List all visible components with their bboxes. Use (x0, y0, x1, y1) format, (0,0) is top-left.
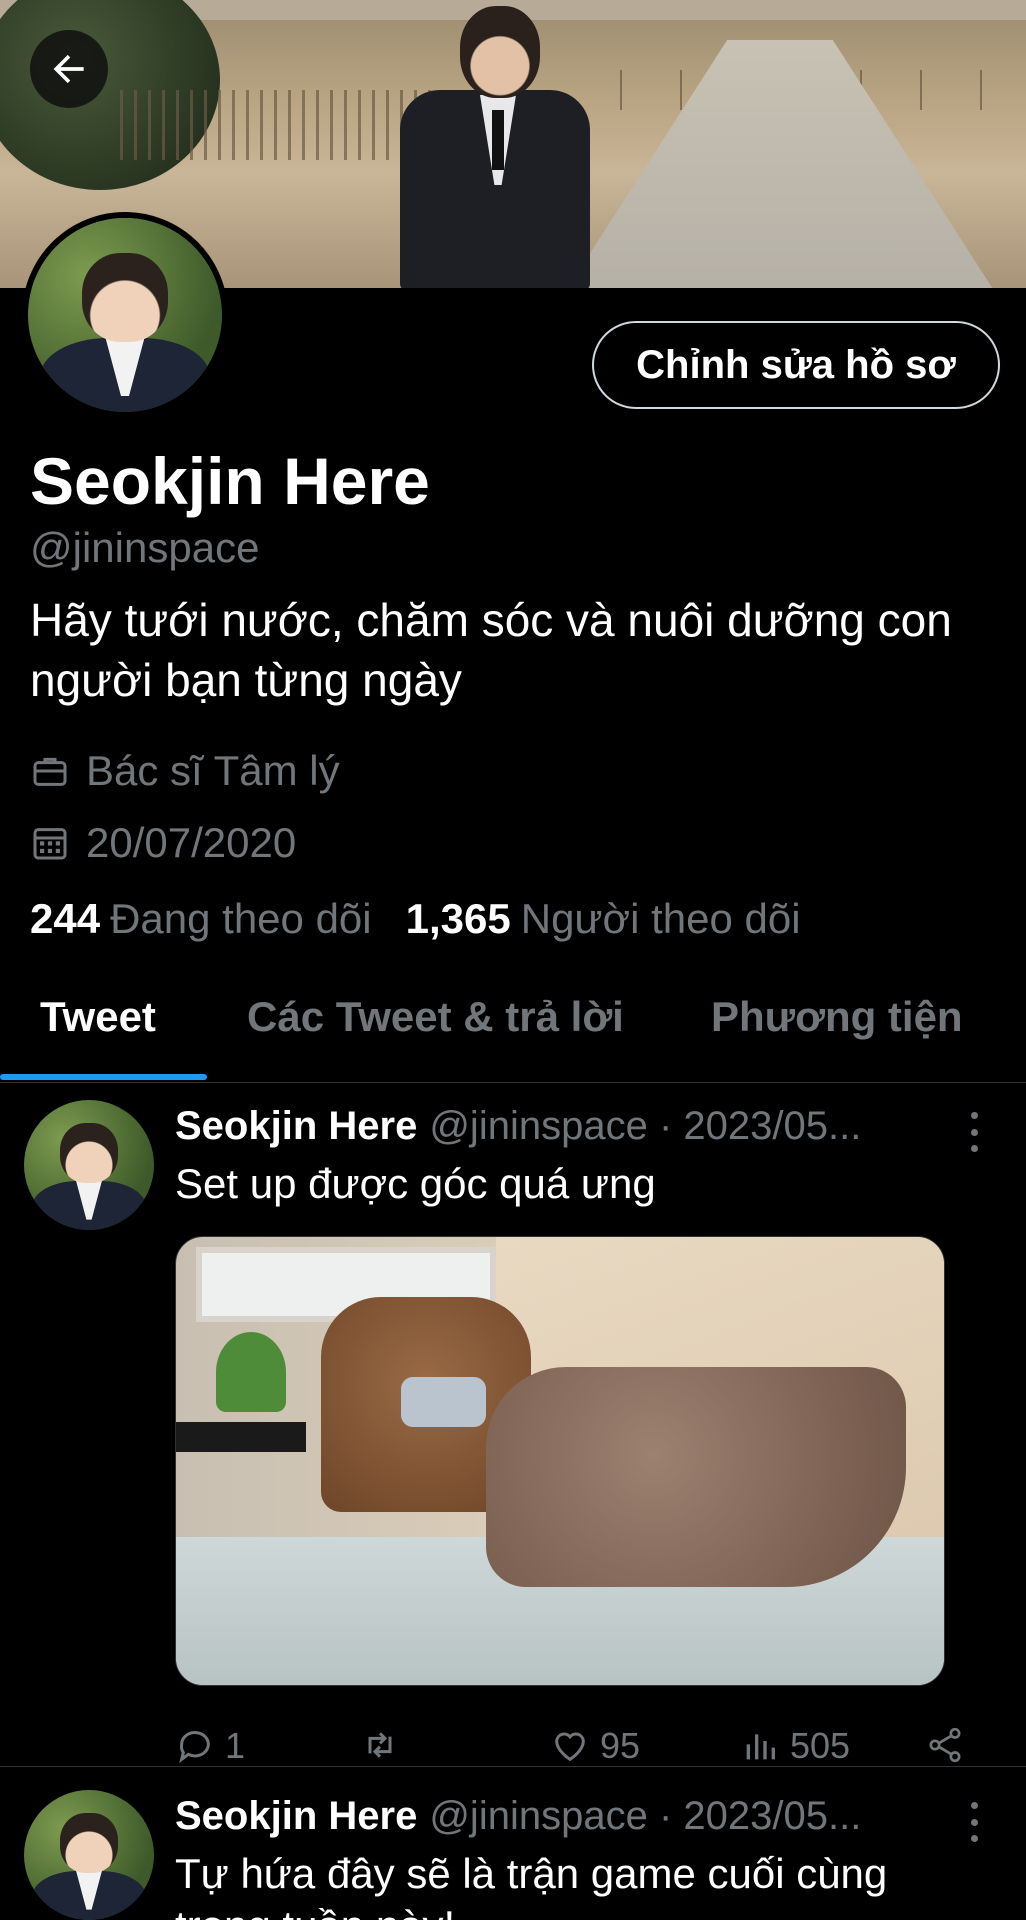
views-button[interactable]: 505 (740, 1725, 850, 1767)
share-button[interactable] (925, 1725, 975, 1765)
profile-display-name: Seokjin Here (30, 444, 430, 518)
profile-joined: 20/07/2020 (30, 815, 296, 871)
tweet-text: Set up được góc quá ưng (175, 1160, 656, 1207)
tweet-divider (0, 1766, 1026, 1767)
reply-count: 1 (225, 1725, 246, 1766)
follow-stats: 244 Đang theo dõi 1,365 Người theo dõi (30, 895, 801, 943)
tweet-text: Tự hứa đây sẽ là trận game cuối cùng tro… (175, 1850, 888, 1920)
profile-occupation: Bác sĩ Tâm lý (30, 743, 340, 799)
tweet-author-name[interactable]: Seokjin Here (175, 1794, 417, 1838)
tweet-handle-date: @jininspace · 2023/05... (429, 1794, 862, 1838)
following-link[interactable]: 244 Đang theo dõi (30, 895, 372, 943)
back-button[interactable] (30, 30, 108, 108)
briefcase-icon (33, 757, 67, 786)
tweet-handle-date: @jininspace · 2023/05... (429, 1104, 862, 1148)
reply-button[interactable]: 1 (175, 1725, 245, 1767)
views-count: 505 (790, 1725, 851, 1766)
views-icon (746, 1734, 775, 1760)
profile-avatar[interactable] (22, 212, 228, 418)
tab-media[interactable]: Phương tiện (711, 993, 963, 1041)
like-count: 95 (600, 1725, 641, 1766)
heart-icon (555, 1732, 585, 1762)
tweet-media-image[interactable] (175, 1236, 945, 1686)
occupation-text: Bác sĩ Tâm lý (86, 747, 340, 794)
tweet-avatar[interactable] (24, 1100, 154, 1230)
like-button[interactable]: 95 (550, 1725, 640, 1767)
retweet-icon (368, 1732, 392, 1758)
following-count: 244 (30, 895, 101, 942)
active-tab-indicator (0, 1074, 207, 1080)
calendar-icon (33, 828, 67, 860)
followers-label: Người theo dõi (520, 895, 801, 942)
joined-date: 20/07/2020 (86, 819, 297, 866)
profile-handle: @jininspace (30, 524, 260, 571)
followers-link[interactable]: 1,365 Người theo dõi (406, 895, 801, 943)
tweet-header: Seokjin Here @jininspace · 2023/05... (175, 1794, 955, 1839)
more-options-icon[interactable] (964, 1802, 984, 1842)
tweet-avatar[interactable] (24, 1790, 154, 1920)
profile-bio: Hãy tưới nước, chăm sóc và nuôi dưỡng co… (30, 594, 952, 706)
profile-tabs: Tweet Các Tweet & trả lời Phương tiện (0, 975, 1026, 1083)
reply-icon (179, 1731, 210, 1764)
tab-tweets-replies[interactable]: Các Tweet & trả lời (247, 993, 624, 1041)
edit-profile-button[interactable]: Chỉnh sửa hồ sơ (592, 321, 1000, 409)
arrow-left-icon (53, 54, 84, 84)
followers-count: 1,365 (405, 895, 511, 942)
tweet-actions: 1 95 505 (175, 1725, 965, 1781)
tab-tweets[interactable]: Tweet (40, 993, 156, 1041)
retweet-button[interactable] (360, 1725, 410, 1765)
banner-person (380, 0, 600, 288)
tweet-header: Seokjin Here @jininspace · 2023/05... (175, 1104, 955, 1149)
share-icon (929, 1727, 961, 1763)
tweet-author-name[interactable]: Seokjin Here (175, 1104, 417, 1148)
following-label: Đang theo dõi (110, 895, 372, 942)
more-options-icon[interactable] (964, 1112, 984, 1152)
